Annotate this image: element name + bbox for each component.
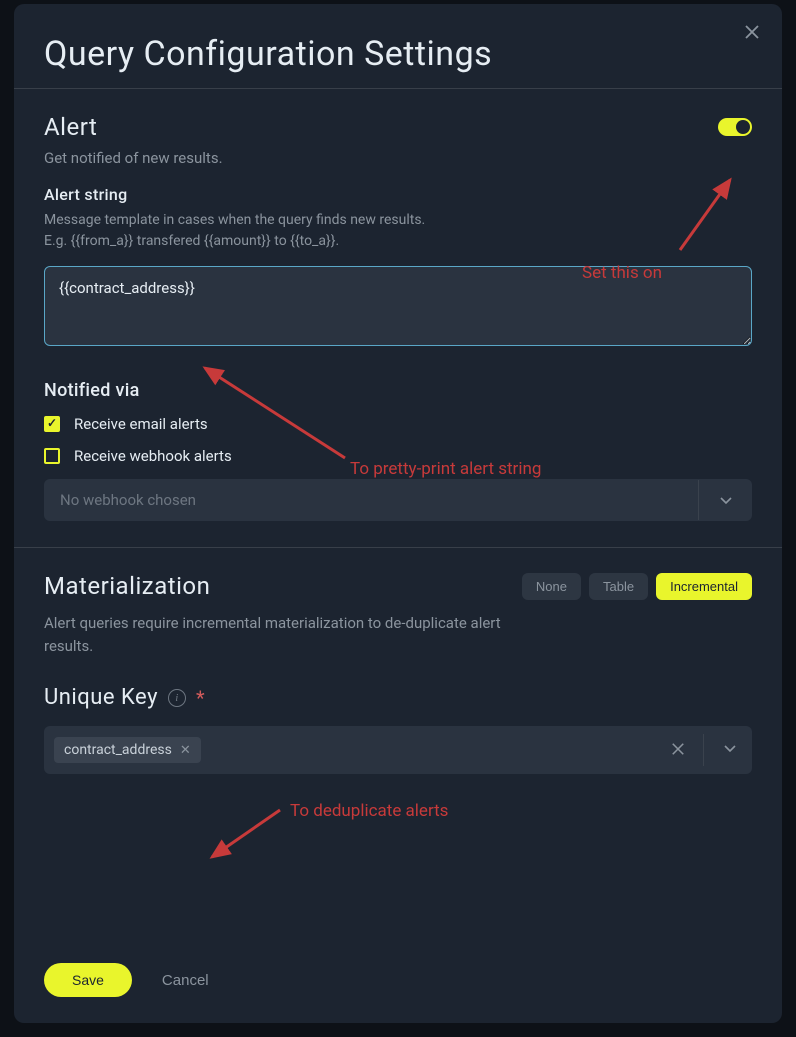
materialization-options: None Table Incremental <box>522 573 752 600</box>
chevron-down-icon <box>703 734 738 766</box>
alert-string-help: Message template in cases when the query… <box>44 210 752 252</box>
unique-key-label: Unique Key i * <box>44 685 752 710</box>
webhook-alerts-label: Receive webhook alerts <box>74 447 232 465</box>
materialization-incremental-button[interactable]: Incremental <box>656 573 752 600</box>
materialization-section: Materialization None Table Incremental A… <box>14 547 782 800</box>
modal-header: Query Configuration Settings <box>14 4 782 88</box>
cancel-button[interactable]: Cancel <box>162 972 209 989</box>
modal-title: Query Configuration Settings <box>44 34 492 74</box>
checkbox-icon <box>44 448 60 464</box>
unique-key-select[interactable]: contract_address ✕ <box>44 726 752 774</box>
chip-label: contract_address <box>64 742 172 758</box>
materialization-description: Alert queries require incremental materi… <box>44 612 504 657</box>
webhook-select-placeholder: No webhook chosen <box>60 491 196 509</box>
alert-string-label: Alert string <box>44 185 752 204</box>
webhook-alerts-checkbox-row[interactable]: Receive webhook alerts <box>44 447 752 465</box>
save-button[interactable]: Save <box>44 963 132 997</box>
alert-string-input[interactable] <box>44 266 752 346</box>
toggle-knob-icon <box>736 120 750 134</box>
materialization-heading: Materialization <box>44 572 210 600</box>
alert-section: Alert Get notified of new results. Alert… <box>14 89 782 547</box>
email-alerts-label: Receive email alerts <box>74 415 208 433</box>
materialization-none-button[interactable]: None <box>522 573 581 600</box>
webhook-select[interactable]: No webhook chosen <box>44 479 752 521</box>
close-icon[interactable] <box>744 24 760 44</box>
materialization-table-button[interactable]: Table <box>589 573 648 600</box>
chevron-down-icon <box>698 480 752 520</box>
email-alerts-checkbox-row[interactable]: Receive email alerts <box>44 415 752 433</box>
notified-via-heading: Notified via <box>44 380 752 401</box>
alert-heading: Alert <box>44 113 97 141</box>
required-asterisk-icon: * <box>196 686 205 710</box>
chip-remove-icon[interactable]: ✕ <box>180 743 191 758</box>
alert-description: Get notified of new results. <box>44 149 752 167</box>
unique-key-chip: contract_address ✕ <box>54 737 201 763</box>
settings-modal: Query Configuration Settings Alert Get n… <box>14 4 782 1023</box>
modal-body: Alert Get notified of new results. Alert… <box>14 88 782 943</box>
info-icon[interactable]: i <box>168 689 186 707</box>
modal-footer: Save Cancel <box>14 943 782 1023</box>
checkbox-icon <box>44 416 60 432</box>
clear-all-icon[interactable] <box>661 741 695 760</box>
alert-toggle[interactable] <box>718 118 752 136</box>
